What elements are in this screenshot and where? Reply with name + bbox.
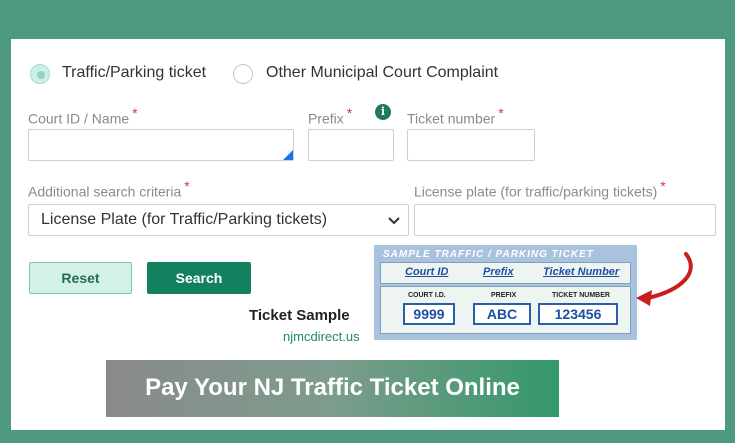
ticket-col-prefix: Prefix: [483, 266, 514, 278]
ticket-sample-caption: Ticket Sample: [249, 307, 350, 324]
site-link[interactable]: njmcdirect.us: [283, 329, 360, 344]
ticket-value-strip: COURT I.D. PREFIX TICKET NUMBER 9999 ABC…: [380, 286, 631, 334]
search-form-card: Traffic/Parking ticket Other Municipal C…: [11, 39, 725, 430]
autocomplete-corner-icon: [283, 150, 293, 160]
ticket-number-label: Ticket number *: [407, 105, 504, 127]
ticket-column-header-strip: Court ID Prefix Ticket Number: [380, 262, 631, 284]
required-marker: *: [498, 105, 504, 121]
criteria-label-text: Additional search criteria: [28, 183, 182, 200]
ticket-small-ticket-number: TICKET NUMBER: [552, 292, 610, 299]
court-id-label-text: Court ID / Name: [28, 110, 130, 127]
prefix-label: Prefix *: [308, 105, 352, 127]
court-id-label: Court ID / Name *: [28, 105, 138, 127]
chevron-down-icon: [388, 217, 400, 225]
prefix-label-text: Prefix: [308, 110, 344, 127]
ticket-sample-image: SAMPLE TRAFFIC / PARKING TICKET Court ID…: [374, 245, 637, 340]
red-arrow-icon: [636, 252, 693, 306]
plate-label: License plate (for traffic/parking ticke…: [414, 178, 666, 200]
radio-municipal-complaint[interactable]: [233, 64, 253, 84]
ticket-value-court-id: 9999: [403, 303, 455, 325]
required-marker: *: [184, 178, 190, 194]
info-icon[interactable]: i: [375, 104, 391, 120]
radio-traffic-parking[interactable]: [30, 64, 50, 84]
license-plate-input[interactable]: [414, 204, 716, 236]
plate-label-text: License plate (for traffic/parking ticke…: [414, 183, 658, 200]
search-button[interactable]: Search: [147, 262, 251, 294]
ticket-col-court-id: Court ID: [405, 266, 449, 278]
ticket-sample-header: SAMPLE TRAFFIC / PARKING TICKET: [383, 249, 594, 260]
radio-traffic-parking-label[interactable]: Traffic/Parking ticket: [62, 64, 206, 82]
required-marker: *: [346, 105, 353, 121]
criteria-select-value: License Plate (for Traffic/Parking ticke…: [41, 211, 328, 228]
promo-banner: Pay Your NJ Traffic Ticket Online: [106, 360, 559, 417]
required-marker: *: [132, 105, 138, 121]
ticket-number-label-text: Ticket number: [407, 110, 496, 127]
required-marker: *: [660, 178, 666, 194]
ticket-value-ticket-number: 123456: [538, 303, 618, 325]
ticket-small-court-id: COURT I.D.: [408, 292, 446, 299]
ticket-value-prefix: ABC: [473, 303, 531, 325]
criteria-label: Additional search criteria *: [28, 178, 190, 200]
reset-button[interactable]: Reset: [29, 262, 132, 294]
radio-municipal-complaint-label[interactable]: Other Municipal Court Complaint: [266, 64, 498, 82]
ticket-col-ticket-number: Ticket Number: [543, 266, 620, 278]
criteria-select[interactable]: License Plate (for Traffic/Parking ticke…: [28, 204, 409, 236]
ticket-number-input[interactable]: [407, 129, 535, 161]
ticket-small-prefix: PREFIX: [491, 292, 517, 299]
court-id-input[interactable]: [28, 129, 294, 161]
prefix-input[interactable]: [308, 129, 394, 161]
